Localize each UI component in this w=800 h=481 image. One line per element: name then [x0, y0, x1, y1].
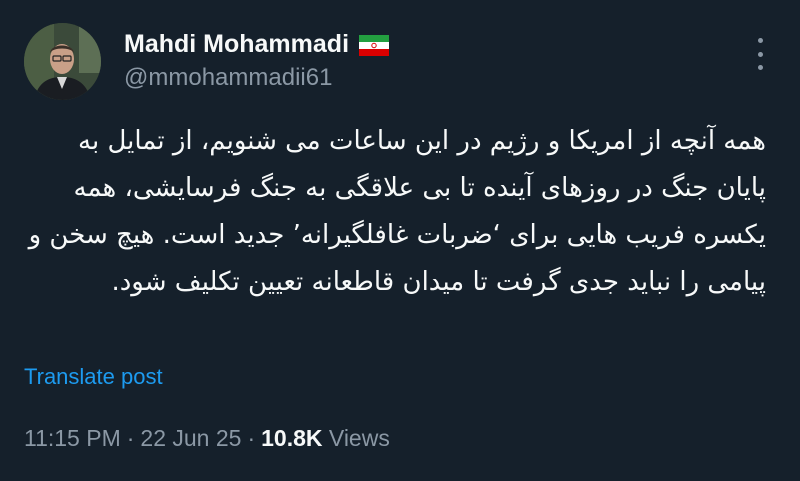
iran-flag-icon — [359, 34, 390, 56]
tweet-text: همه آنچه از امریکا و رژیم در این ساعات م… — [28, 126, 766, 297]
author-handle[interactable]: @mmohammadii61 — [124, 64, 332, 92]
avatar-image — [24, 23, 101, 100]
tweet-time[interactable]: 11:15 PM — [24, 425, 121, 451]
tweet-date[interactable]: 22 Jun 25 — [140, 425, 241, 451]
more-dot-icon — [757, 51, 763, 57]
more-options-button[interactable] — [748, 38, 772, 70]
more-dot-icon — [757, 65, 763, 70]
views-count[interactable]: 10.8K — [261, 425, 322, 451]
translate-post-link[interactable]: Translate post — [24, 364, 163, 390]
avatar[interactable] — [24, 23, 101, 100]
author-name-text: Mahdi Mohammadi — [124, 30, 350, 58]
tweet-meta: 11:15 PM · 22 Jun 25 · 10.8K Views — [24, 425, 390, 452]
meta-separator: · — [126, 425, 135, 451]
author-display-name[interactable]: Mahdi Mohammadi — [124, 30, 390, 59]
meta-separator: · — [247, 425, 256, 451]
tweet-card: Mahdi Mohammadi @mmohammadii61 همه آنچه … — [0, 0, 800, 481]
more-dot-icon — [757, 38, 763, 43]
views-label: Views — [328, 425, 390, 451]
